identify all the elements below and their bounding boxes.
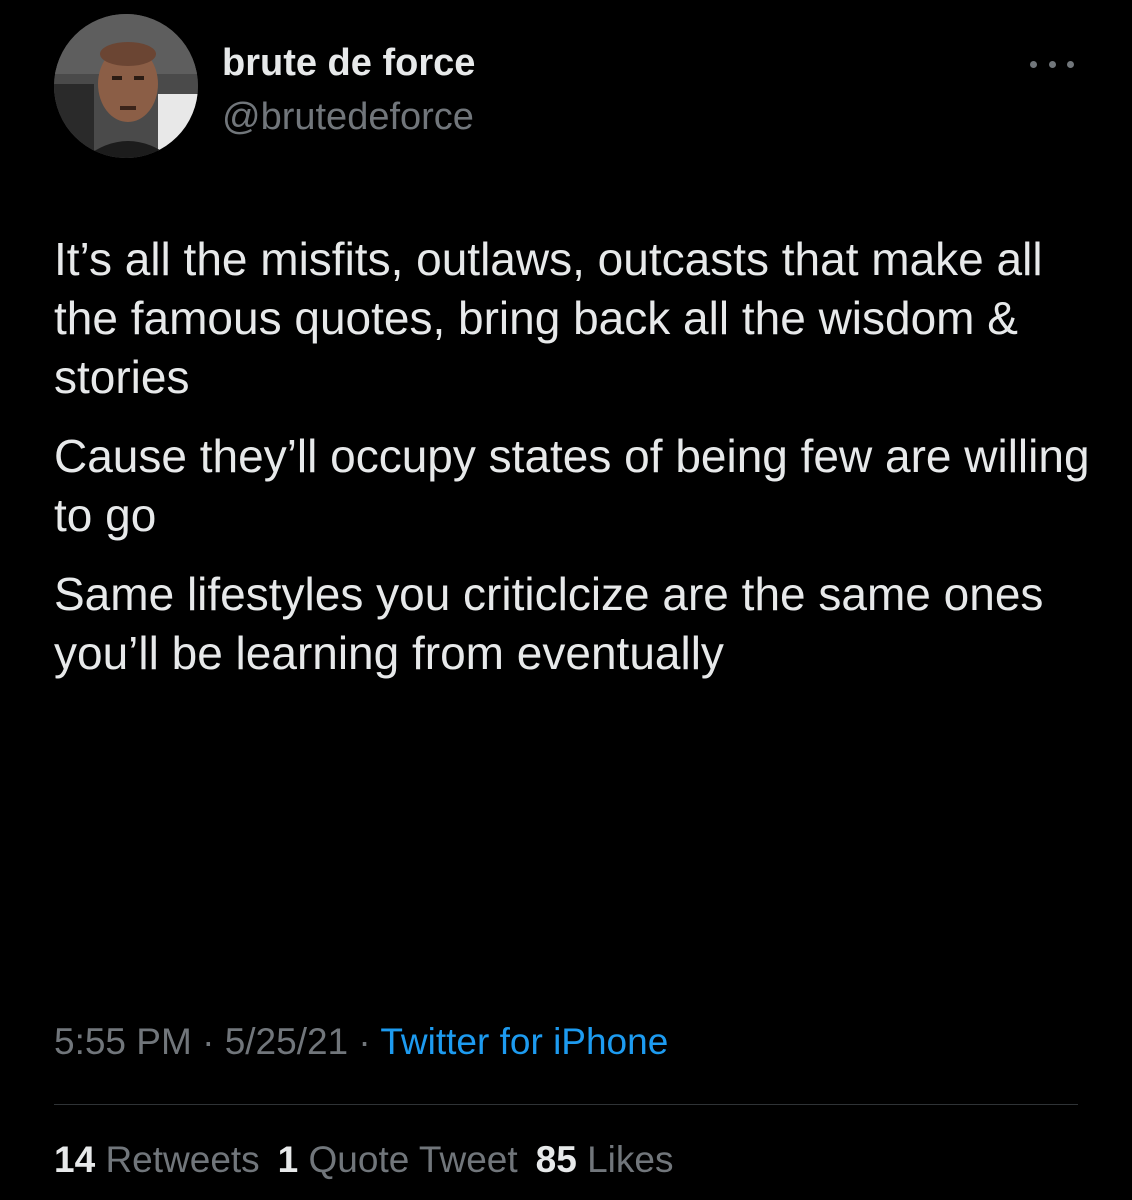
tweet-date[interactable]: 5/25/21 xyxy=(225,1021,348,1062)
tweet-paragraph: Cause they’ll occupy states of being few… xyxy=(54,430,1090,541)
quote-tweets-label: Quote Tweet xyxy=(308,1139,518,1180)
user-handle[interactable]: @brutedeforce xyxy=(222,94,474,140)
likes-count: 85 xyxy=(535,1139,577,1180)
meta-separator: · xyxy=(358,1021,371,1062)
tweet-text: It’s all the misfits, outlaws, outcasts … xyxy=(54,230,1094,703)
tweet-stats: 14 Retweets 1 Quote Tweet 85 Likes xyxy=(54,1136,673,1184)
likes-label: Likes xyxy=(587,1139,674,1180)
quote-tweets-count: 1 xyxy=(277,1139,299,1180)
tweet-source-link[interactable]: Twitter for iPhone xyxy=(380,1021,668,1062)
likes-stat[interactable]: 85 Likes xyxy=(536,1139,674,1180)
more-dot xyxy=(1030,60,1037,68)
tweet-detail: brute de force @brutedeforce It’s all th… xyxy=(0,0,1132,1200)
more-horizontal-icon[interactable] xyxy=(1024,52,1080,76)
more-dot xyxy=(1048,60,1056,68)
avatar[interactable] xyxy=(54,14,198,158)
tweet-meta: 5:55 PM · 5/25/21 · Twitter for iPhone xyxy=(54,1018,668,1066)
display-name[interactable]: brute de force xyxy=(222,40,475,86)
retweets-stat[interactable]: 14 Retweets xyxy=(54,1139,260,1180)
retweets-count: 14 xyxy=(54,1139,96,1180)
tweet-paragraph: It’s all the misfits, outlaws, outcasts … xyxy=(54,233,1043,403)
divider xyxy=(54,1104,1078,1105)
retweets-label: Retweets xyxy=(105,1139,260,1180)
tweet-time[interactable]: 5:55 PM xyxy=(54,1021,192,1062)
quote-tweets-stat[interactable]: 1 Quote Tweet xyxy=(278,1139,518,1180)
tweet-paragraph: Same lifestyles you criticlcize are the … xyxy=(54,568,1044,679)
more-dot xyxy=(1067,60,1074,68)
meta-separator: · xyxy=(202,1021,215,1062)
